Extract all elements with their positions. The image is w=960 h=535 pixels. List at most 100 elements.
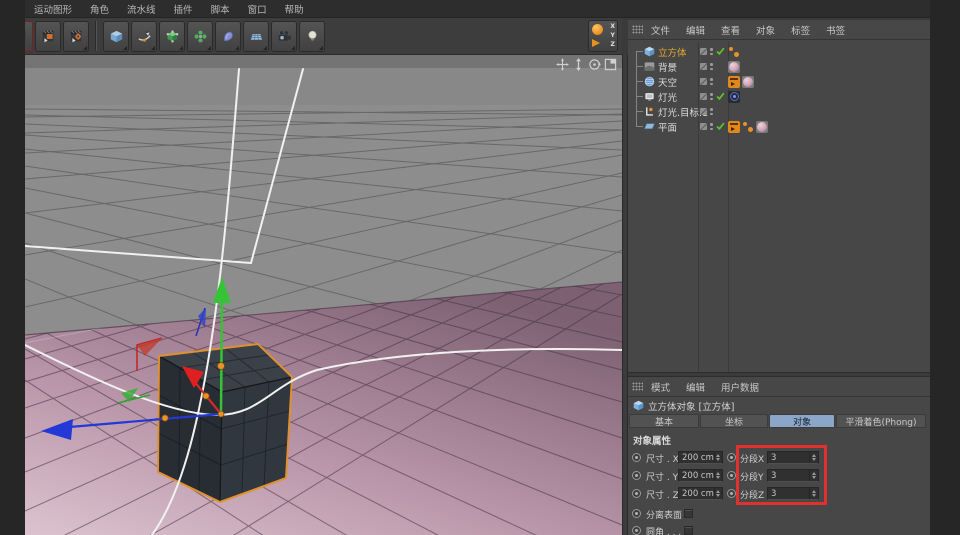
size-y-label: 尺寸 . Y xyxy=(646,470,678,483)
object-row-background[interactable]: 背景 xyxy=(628,59,930,74)
am-menu-edit[interactable]: 编辑 xyxy=(678,378,713,396)
keyframe-dot[interactable] xyxy=(632,489,641,498)
om-menu-view[interactable]: 查看 xyxy=(713,21,748,39)
tab-coordinates[interactable]: 坐标 xyxy=(700,414,768,428)
coordinate-ball-icon xyxy=(592,24,603,35)
spline-pen-button[interactable] xyxy=(131,21,157,52)
deformer-button[interactable] xyxy=(215,21,241,52)
om-menu-file[interactable]: 文件 xyxy=(643,21,678,39)
material-tag-icon[interactable] xyxy=(742,76,754,88)
cube-object-icon xyxy=(644,46,655,57)
om-menu-edit[interactable]: 编辑 xyxy=(678,21,713,39)
material-tag-icon[interactable] xyxy=(728,61,740,73)
menu-help[interactable]: 帮助 xyxy=(276,0,313,18)
separate-surfaces-checkbox[interactable] xyxy=(684,509,693,518)
object-row-sky[interactable]: 天空 xyxy=(628,74,930,89)
render-active-view-button[interactable] xyxy=(25,21,33,52)
subdivision-surface-button[interactable] xyxy=(159,21,185,52)
menu-plugins[interactable]: 插件 xyxy=(165,0,202,18)
fillet-checkbox[interactable] xyxy=(684,526,693,535)
keyframe-dot[interactable] xyxy=(727,453,736,462)
section-object-properties: 对象属性 xyxy=(633,433,671,447)
cinema4d-window: 运动图形 角色 流水线 插件 脚本 窗口 帮助 xyxy=(0,0,960,535)
layer-toggle[interactable] xyxy=(700,48,707,55)
attribute-row-separate-surfaces: 分离表面 xyxy=(628,507,930,522)
dolly-view-icon[interactable] xyxy=(572,58,585,71)
keyframe-dot[interactable] xyxy=(727,471,736,480)
object-manager-menu: 文件 编辑 查看 对象 标签 书签 xyxy=(628,20,930,40)
om-menu-bookmarks[interactable]: 书签 xyxy=(818,21,853,39)
floor-button[interactable] xyxy=(243,21,269,52)
layer-toggle[interactable] xyxy=(700,108,707,115)
object-row-cube[interactable]: 立方体 xyxy=(628,44,930,59)
keyframe-dot[interactable] xyxy=(727,489,736,498)
layer-toggle[interactable] xyxy=(700,123,707,130)
visibility-dots[interactable] xyxy=(710,48,713,55)
light-button[interactable] xyxy=(299,21,325,52)
keyframe-dot[interactable] xyxy=(632,453,641,462)
size-z-input[interactable]: 200 cm xyxy=(678,487,723,500)
enabled-check-icon[interactable] xyxy=(716,47,725,56)
layer-toggle[interactable] xyxy=(700,78,707,85)
main-menu-bar: 运动图形 角色 流水线 插件 脚本 窗口 帮助 xyxy=(25,0,930,18)
object-row-light-target[interactable]: 灯光.目标.1 xyxy=(628,104,930,119)
layer-toggle[interactable] xyxy=(700,63,707,70)
stepper[interactable] xyxy=(714,488,722,499)
tab-basic[interactable]: 基本 xyxy=(629,414,699,428)
am-menu-userdata[interactable]: 用户数据 xyxy=(713,378,767,396)
attribute-tabs: 基本 坐标 对象 平滑着色(Phong) xyxy=(629,414,929,428)
keyframe-dot[interactable] xyxy=(632,526,641,535)
toggle-view-icon[interactable] xyxy=(604,58,617,71)
visibility-dots[interactable] xyxy=(710,78,713,85)
pan-view-icon[interactable] xyxy=(556,58,569,71)
layer-toggle[interactable] xyxy=(700,93,707,100)
coordinate-system-button[interactable]: X Y Z xyxy=(588,20,618,52)
keyframe-dot[interactable] xyxy=(632,509,641,518)
size-x-input[interactable]: 200 cm xyxy=(678,451,723,464)
phong-tag-icon[interactable] xyxy=(742,121,754,133)
visibility-dots[interactable] xyxy=(710,123,713,130)
enabled-check-icon[interactable] xyxy=(716,92,725,101)
compositing-tag-icon[interactable] xyxy=(728,76,740,88)
camera-button[interactable] xyxy=(271,21,297,52)
plane-object-icon xyxy=(644,121,655,132)
object-row-plane[interactable]: 平面 xyxy=(628,119,930,134)
menu-window[interactable]: 窗口 xyxy=(239,0,276,18)
visibility-dots[interactable] xyxy=(710,93,713,100)
stepper[interactable] xyxy=(714,470,722,481)
main-toolbar: X Y Z xyxy=(25,18,622,55)
render-active-view-icon xyxy=(25,30,27,43)
object-row-light[interactable]: 灯光 xyxy=(628,89,930,104)
edit-render-settings-button[interactable] xyxy=(63,21,89,52)
target-tag-icon[interactable] xyxy=(728,91,740,103)
menu-character[interactable]: 角色 xyxy=(81,0,118,18)
enabled-check-icon[interactable] xyxy=(716,122,725,131)
menu-mograph[interactable]: 运动图形 xyxy=(25,0,81,18)
modeling-generator-button[interactable] xyxy=(187,21,213,52)
object-list: 立方体 背景 xyxy=(628,42,930,372)
om-menu-objects[interactable]: 对象 xyxy=(748,21,783,39)
om-menu-tags[interactable]: 标签 xyxy=(783,21,818,39)
stepper[interactable] xyxy=(714,452,722,463)
keyframe-dot[interactable] xyxy=(632,471,641,480)
visibility-dots[interactable] xyxy=(710,108,713,115)
visibility-dots[interactable] xyxy=(710,63,713,70)
tab-object[interactable]: 对象 xyxy=(769,414,835,428)
coordinate-arrow-icon xyxy=(592,39,600,47)
panel-handle-icon[interactable] xyxy=(632,382,643,391)
am-menu-mode[interactable]: 模式 xyxy=(643,378,678,396)
material-tag-icon[interactable] xyxy=(756,121,768,133)
panel-handle-icon[interactable] xyxy=(632,25,643,34)
menu-pipeline[interactable]: 流水线 xyxy=(118,0,165,18)
attribute-title-row: 立方体对象 [立方体] xyxy=(628,398,930,413)
size-y-input[interactable]: 200 cm xyxy=(678,469,723,482)
render-picture-viewer-button[interactable] xyxy=(35,21,61,52)
primitive-cube-button[interactable] xyxy=(103,21,129,52)
object-name: 背景 xyxy=(658,60,677,74)
menu-script[interactable]: 脚本 xyxy=(202,0,239,18)
tab-phong[interactable]: 平滑着色(Phong) xyxy=(836,414,926,428)
rotate-view-icon[interactable] xyxy=(588,58,601,71)
compositing-tag-icon[interactable] xyxy=(728,121,740,133)
phong-tag-icon[interactable] xyxy=(728,46,740,58)
3d-viewport[interactable] xyxy=(25,55,622,535)
